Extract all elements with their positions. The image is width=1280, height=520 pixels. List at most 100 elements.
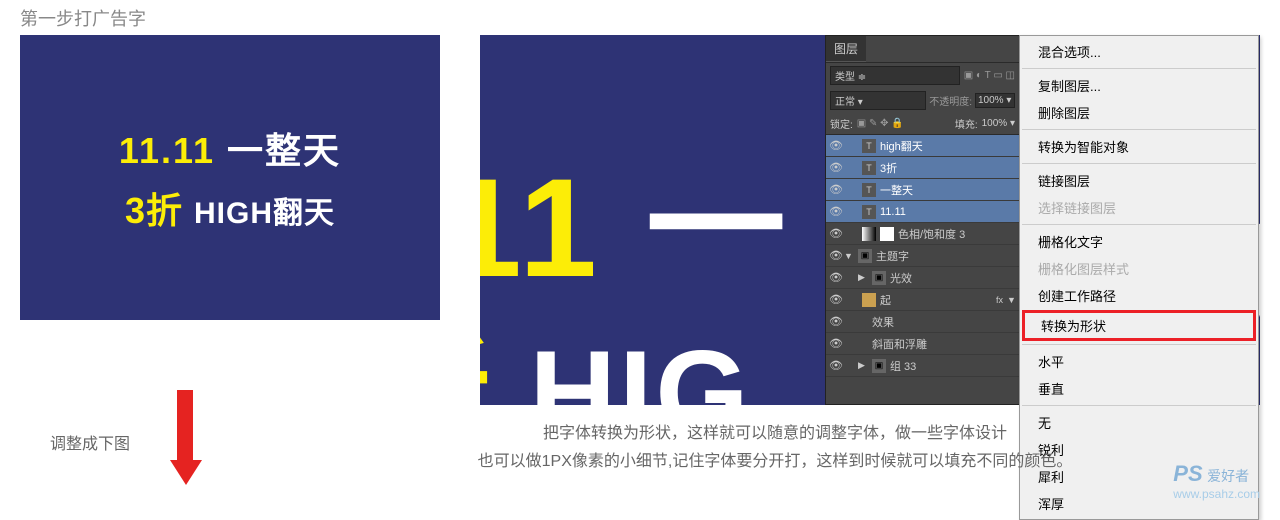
watermark-logo: PS <box>1173 461 1202 486</box>
folder-icon: ▣ <box>872 359 886 373</box>
visibility-icon[interactable]: 👁 <box>828 161 844 174</box>
watermark: PS 爱好者 www.psahz.com <box>1173 461 1260 501</box>
description-text: 把字体转换为形状，这样就可以随意的调整字体，做一些字体设计 也可以做1PX像素的… <box>390 420 1160 476</box>
left-line1-yellow: 11.11 <box>119 130 227 171</box>
layer-name[interactable]: 一整天 <box>880 182 913 198</box>
left-canvas: 11.11 一整天 3折 HIGH翻天 <box>20 35 440 320</box>
menu-item-rasterize-text[interactable]: 栅格化文字 <box>1020 228 1258 255</box>
lock-label: 锁定: <box>830 116 853 131</box>
left-line1: 11.11 一整天 <box>119 122 341 174</box>
visibility-icon[interactable]: 👁 <box>828 139 844 152</box>
lock-icons[interactable]: ▣ ✎ ✥ 🔒 <box>857 118 904 129</box>
visibility-icon[interactable]: 👁 <box>828 359 844 372</box>
layer-type-text-icon: T <box>862 161 876 175</box>
menu-separator <box>1022 224 1256 225</box>
opacity-value[interactable]: 100% ▾ <box>975 93 1015 108</box>
menu-item-select-linked: 选择链接图层 <box>1020 194 1258 221</box>
adjustment-icon <box>862 227 876 241</box>
watermark-url: www.psahz.com <box>1173 487 1260 501</box>
left-line2: 3折 HIGH翻天 <box>125 182 335 234</box>
left-line2-white: HIGH翻天 <box>194 197 335 230</box>
layer-row[interactable]: 👁 ▶ ▣ 光效 <box>826 267 1019 289</box>
panel-filter-row: 类型 ≑ ▣ ◐ T ▭ ◫ <box>826 62 1019 88</box>
big2-yellow: 折 <box>480 326 529 405</box>
filter-kind[interactable]: 类型 ≑ <box>830 66 960 85</box>
expand-icon[interactable]: ▶ <box>858 360 868 371</box>
layer-type-text-icon: T <box>862 183 876 197</box>
layer-row[interactable]: 👁 效果 <box>826 311 1019 333</box>
big1-yellow: .11 <box>480 149 646 306</box>
menu-item-convert-to-shape[interactable]: 转换为形状 <box>1022 310 1256 341</box>
blend-mode-select[interactable]: 正常 ▾ <box>830 91 926 110</box>
fill-label: 填充: <box>955 116 978 131</box>
layer-name[interactable]: 11.11 <box>880 206 906 218</box>
layer-row[interactable]: 👁 斜面和浮雕 <box>826 333 1019 355</box>
layer-thumb <box>862 293 876 307</box>
layer-row[interactable]: 👁 起 fx ▼ <box>826 289 1019 311</box>
layer-name[interactable]: 效果 <box>872 314 894 330</box>
filter-icons[interactable]: ▣ ◐ T ▭ ◫ <box>964 70 1015 81</box>
layer-name[interactable]: 色相/饱和度 3 <box>898 226 965 242</box>
mask-thumb <box>880 227 894 241</box>
menu-item-horizontal[interactable]: 水平 <box>1020 348 1258 375</box>
menu-separator <box>1022 344 1256 345</box>
menu-separator <box>1022 129 1256 130</box>
step-title: 第一步打广告字 <box>20 5 146 31</box>
visibility-icon[interactable]: 👁 <box>828 293 844 306</box>
layer-name[interactable]: high翻天 <box>880 138 923 154</box>
menu-item-link-layers[interactable]: 链接图层 <box>1020 167 1258 194</box>
left-line2-yellow: 3折 <box>125 190 194 231</box>
menu-item-duplicate-layer[interactable]: 复制图层... <box>1020 72 1258 99</box>
left-line1-white: 一整天 <box>227 130 341 171</box>
visibility-icon[interactable]: 👁 <box>828 183 844 196</box>
expand-icon[interactable]: ▶ <box>858 272 868 283</box>
visibility-icon[interactable]: 👁 <box>828 205 844 218</box>
panel-lock-row: 锁定: ▣ ✎ ✥ 🔒 填充: 100% ▾ <box>826 113 1019 135</box>
big-text-1: .11 一 <box>480 115 791 317</box>
visibility-icon[interactable]: 👁 <box>828 227 844 240</box>
panel-tab-layers[interactable]: 图层 <box>826 36 866 62</box>
menu-item-create-work-path[interactable]: 创建工作路径 <box>1020 282 1258 309</box>
opacity-label: 不透明度: <box>929 93 972 108</box>
layer-row[interactable]: 👁 色相/饱和度 3 <box>826 223 1019 245</box>
layer-name[interactable]: 3折 <box>880 160 897 176</box>
expand-icon[interactable]: ▼ <box>844 251 854 261</box>
layer-row[interactable]: 👁 ▶ ▣ 组 33 <box>826 355 1019 377</box>
menu-item-vertical[interactable]: 垂直 <box>1020 375 1258 402</box>
fx-expand-icon[interactable]: ▼ <box>1007 295 1017 305</box>
layer-row[interactable]: 👁 T 11.11 <box>826 201 1019 223</box>
layer-type-text-icon: T <box>862 139 876 153</box>
big1-white: 一 <box>646 149 791 306</box>
menu-item-blending-options[interactable]: 混合选项... <box>1020 38 1258 65</box>
folder-icon: ▣ <box>872 271 886 285</box>
big-text-2: 折 HIG <box>480 295 752 405</box>
visibility-icon[interactable]: 👁 <box>828 271 844 284</box>
menu-item-rasterize-style: 栅格化图层样式 <box>1020 255 1258 282</box>
layer-name[interactable]: 起 <box>880 292 891 308</box>
menu-separator <box>1022 163 1256 164</box>
layer-row[interactable]: 👁 ▼ ▣ 主题字 <box>826 245 1019 267</box>
layer-row[interactable]: 👁 T 一整天 <box>826 179 1019 201</box>
layer-list: 👁 T high翻天 👁 T 3折 👁 T 一整天 👁 T 11.11 👁 <box>826 135 1019 377</box>
layer-name[interactable]: 斜面和浮雕 <box>872 336 927 352</box>
layer-name[interactable]: 主题字 <box>876 248 909 264</box>
layer-row[interactable]: 👁 T high翻天 <box>826 135 1019 157</box>
desc-line1: 把字体转换为形状，这样就可以随意的调整字体，做一些字体设计 <box>543 425 1007 442</box>
layers-panel[interactable]: 图层 类型 ≑ ▣ ◐ T ▭ ◫ 正常 ▾ 不透明度: 100% ▾ 锁定: … <box>825 35 1020 405</box>
layer-name[interactable]: 光效 <box>890 270 912 286</box>
menu-separator <box>1022 405 1256 406</box>
fx-label[interactable]: fx <box>996 295 1003 305</box>
visibility-icon[interactable]: 👁 <box>828 337 844 350</box>
menu-item-delete-layer[interactable]: 删除图层 <box>1020 99 1258 126</box>
big2-white: HIG <box>529 326 751 405</box>
layer-name[interactable]: 组 33 <box>890 358 916 374</box>
folder-icon: ▣ <box>858 249 872 263</box>
visibility-icon[interactable]: 👁 <box>828 315 844 328</box>
layer-row[interactable]: 👁 T 3折 <box>826 157 1019 179</box>
watermark-cn: 爱好者 <box>1207 468 1249 484</box>
menu-separator <box>1022 68 1256 69</box>
menu-item-convert-smart-object[interactable]: 转换为智能对象 <box>1020 133 1258 160</box>
visibility-icon[interactable]: 👁 <box>828 249 844 262</box>
down-arrow-icon <box>170 390 200 485</box>
fill-value[interactable]: 100% ▾ <box>982 118 1015 129</box>
